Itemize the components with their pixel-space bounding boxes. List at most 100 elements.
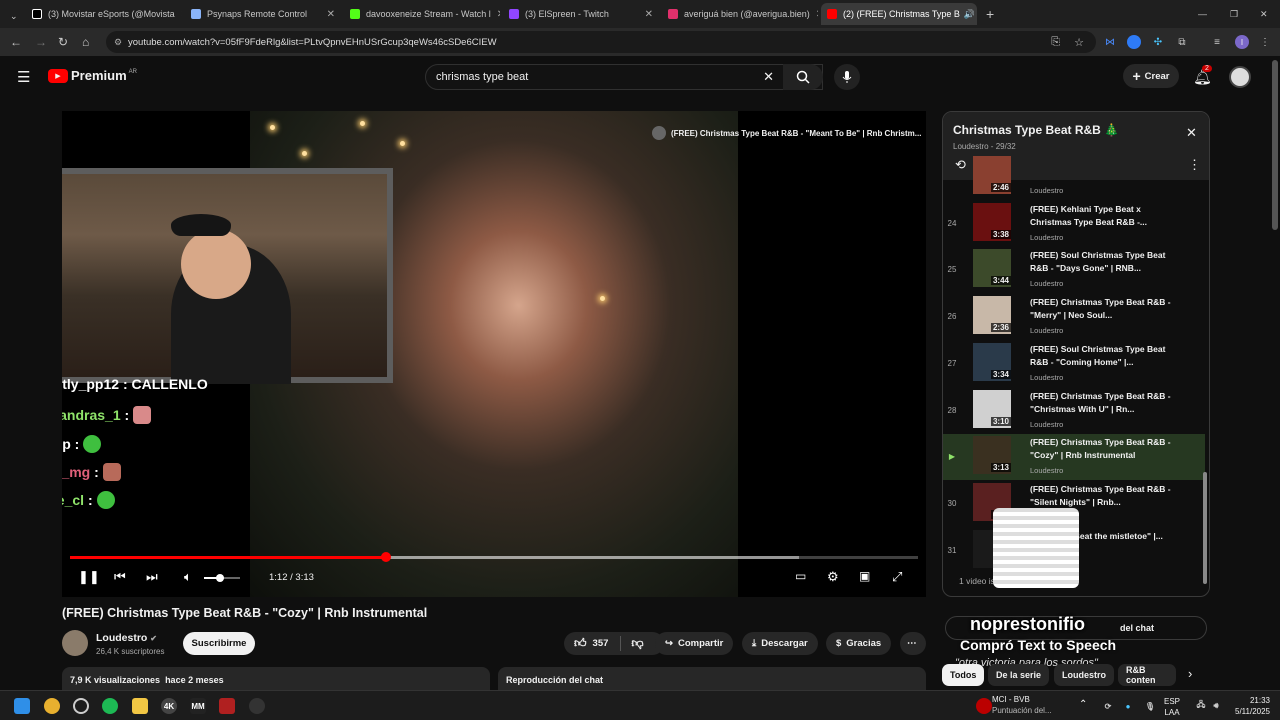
more-menu-icon[interactable]: ⋮: [1258, 35, 1272, 49]
extension-icon[interactable]: ⋈: [1103, 35, 1117, 49]
profile-avatar[interactable]: I: [1235, 35, 1249, 49]
create-button[interactable]: + Crear: [1123, 64, 1179, 88]
app-icon[interactable]: [249, 698, 265, 714]
language-indicator[interactable]: ESP LAA: [1164, 696, 1180, 718]
spotify-icon[interactable]: [102, 698, 118, 714]
search-button[interactable]: [783, 64, 823, 90]
subscribe-button[interactable]: Suscribirme: [183, 632, 255, 655]
app-4k-icon[interactable]: 4K: [161, 698, 177, 714]
fullscreen-icon[interactable]: ⤢: [892, 569, 902, 585]
close-icon[interactable]: ✕: [321, 9, 335, 20]
folder-icon[interactable]: [132, 698, 148, 714]
next-icon[interactable]: ⏭︎: [146, 569, 158, 585]
close-icon[interactable]: ✕: [810, 9, 818, 20]
windows-start-icon[interactable]: [14, 698, 30, 714]
back-icon[interactable]: ←: [10, 35, 22, 49]
playlist-item[interactable]: 28 3:10 (FREE) Christmas Type Beat R&B - "…: [943, 388, 1205, 434]
chip-todos[interactable]: Todos: [942, 664, 985, 686]
close-playlist-icon[interactable]: ✕: [1186, 125, 1197, 141]
tab-kick[interactable]: davooxeneize Stream - Watch l✕: [344, 3, 500, 25]
chip-de-la-serie[interactable]: De la serie: [988, 664, 1050, 686]
chip-rnb[interactable]: R&B conten: [1118, 664, 1176, 686]
volume-slider[interactable]: [204, 574, 240, 582]
playlist-item[interactable]: 26 2:36 (FREE) Christmas Type Beat R&B - "…: [943, 294, 1205, 340]
like-button[interactable]: 👍︎ 357 👎︎: [564, 632, 664, 655]
previous-icon[interactable]: ⏮︎: [114, 569, 126, 585]
playlist-title[interactable]: Christmas Type Beat R&B 🎄: [953, 123, 1119, 137]
playlist-item[interactable]: 27 3:34 (FREE) Soul Christmas Type Beat R&…: [943, 341, 1205, 387]
progress-bar[interactable]: [70, 552, 918, 562]
close-icon[interactable]: ✕: [975, 9, 977, 20]
tray-app-icon[interactable]: ⟳: [1100, 698, 1116, 714]
settings-gear-icon[interactable]: ⚙: [827, 569, 839, 585]
chrome-icon[interactable]: [44, 698, 60, 714]
home-icon[interactable]: ⌂: [82, 35, 89, 49]
maximize-button[interactable]: ❐: [1224, 3, 1248, 25]
tab-twitch[interactable]: (3) ElSpreen - Twitch ✕: [503, 3, 659, 25]
page-scrollbar[interactable]: [1272, 60, 1278, 230]
clear-search-icon[interactable]: ✕: [763, 69, 774, 85]
app-mm-icon[interactable]: MM: [190, 698, 206, 714]
pause-icon[interactable]: ❚❚: [78, 569, 100, 585]
download-button[interactable]: ⤓ Descargar: [742, 632, 818, 655]
playlist-item[interactable]: 24 3:38 (FREE) Kehlani Type Beat x Christm…: [943, 201, 1205, 247]
site-info-icon[interactable]: ⚙: [114, 37, 122, 48]
extension-icon[interactable]: [1127, 35, 1141, 49]
forward-icon[interactable]: →: [35, 35, 47, 49]
channel-avatar[interactable]: [62, 630, 88, 656]
bookmark-star-icon[interactable]: ☆: [1074, 36, 1084, 49]
window-close-button[interactable]: ✕: [1254, 3, 1278, 25]
match-notification[interactable]: MCI - BVB Puntuación del...: [992, 694, 1052, 716]
globe-icon: [191, 9, 201, 19]
tab-instagram[interactable]: averiguá bien (@averigua.bien)✕: [662, 3, 818, 25]
tab-movistar[interactable]: (3) Movistar eSports (@Movista✕: [26, 3, 182, 25]
install-app-icon[interactable]: ⎘: [1051, 36, 1060, 49]
puzzle-icon[interactable]: ⧉: [1175, 35, 1189, 49]
reload-icon[interactable]: ↻: [58, 35, 68, 49]
more-actions-button[interactable]: ⋯: [900, 632, 926, 655]
youtube-logo[interactable]: ▶ Premium AR: [48, 68, 137, 83]
minimize-button[interactable]: —: [1192, 3, 1216, 25]
channel-name[interactable]: Loudestro ✔: [96, 632, 157, 644]
thanks-button[interactable]: $ Gracias: [826, 632, 892, 655]
subtitles-icon[interactable]: ▭: [795, 569, 806, 583]
url-field[interactable]: ⚙ youtube.com/watch?v=05fF9FdeRlg&list=P…: [106, 31, 1096, 53]
chip-loudestro[interactable]: Loudestro: [1054, 664, 1114, 686]
obs-icon[interactable]: [73, 698, 89, 714]
tray-mic-icon[interactable]: 🎙︎: [1142, 698, 1158, 714]
now-playing-overlay[interactable]: (FREE) Christmas Type Beat R&B - "Meant …: [652, 126, 921, 140]
tray-chevron-icon[interactable]: ⌃: [1079, 699, 1087, 710]
close-icon[interactable]: ✕: [639, 9, 653, 20]
microphone-icon: [842, 71, 852, 83]
miniplayer-icon[interactable]: ▣: [859, 569, 870, 583]
menu-icon[interactable]: ☰: [17, 68, 30, 86]
time-display: 1:12 / 3:13: [269, 572, 314, 583]
playlist-item-current[interactable]: ▶ 3:13 (FREE) Christmas Type Beat R&B - "C…: [943, 434, 1205, 481]
account-avatar[interactable]: [1229, 66, 1251, 88]
voice-search-button[interactable]: [834, 64, 860, 90]
network-icon[interactable]: 🖧︎: [1193, 698, 1209, 714]
search-input[interactable]: chrismas type beat ✕: [425, 64, 823, 90]
speaker-icon[interactable]: 🔊: [964, 9, 975, 20]
playlist-item[interactable]: 2:46 Loudestro: [943, 154, 1205, 200]
volume-icon[interactable]: 🔈︎: [184, 569, 192, 585]
playlist-item[interactable]: 25 3:44 (FREE) Soul Christmas Type Beat R&…: [943, 247, 1205, 293]
video-player[interactable]: (FREE) Christmas Type Beat R&B - "Meant …: [62, 111, 926, 597]
close-icon[interactable]: ✕: [491, 9, 500, 20]
notifications-button[interactable]: 🔔︎ 2: [1193, 65, 1212, 86]
media-control-icon[interactable]: ≡: [1210, 35, 1224, 49]
tab-search-button[interactable]: ⌄: [4, 5, 20, 27]
playlist-scrollbar[interactable]: [1203, 472, 1207, 584]
new-tab-button[interactable]: +: [980, 3, 998, 25]
app-icon[interactable]: [219, 698, 235, 714]
extension-icon[interactable]: ✣: [1151, 35, 1165, 49]
volume-tray-icon[interactable]: 🔊︎: [1208, 698, 1224, 714]
tab-psynaps[interactable]: Psynaps Remote Control ✕: [185, 3, 341, 25]
share-button[interactable]: ↪ Compartir: [655, 632, 734, 655]
tray-app-icon[interactable]: ●: [1120, 698, 1136, 714]
tab-youtube-active[interactable]: (2) (FREE) Christmas Type B 🔊✕: [821, 3, 977, 25]
close-icon[interactable]: ✕: [175, 9, 182, 20]
clock[interactable]: 21:33 5/11/2025: [1230, 695, 1270, 717]
chevron-right-icon[interactable]: ›: [1188, 666, 1192, 681]
thumbs-down-icon[interactable]: 👎︎: [620, 636, 644, 651]
